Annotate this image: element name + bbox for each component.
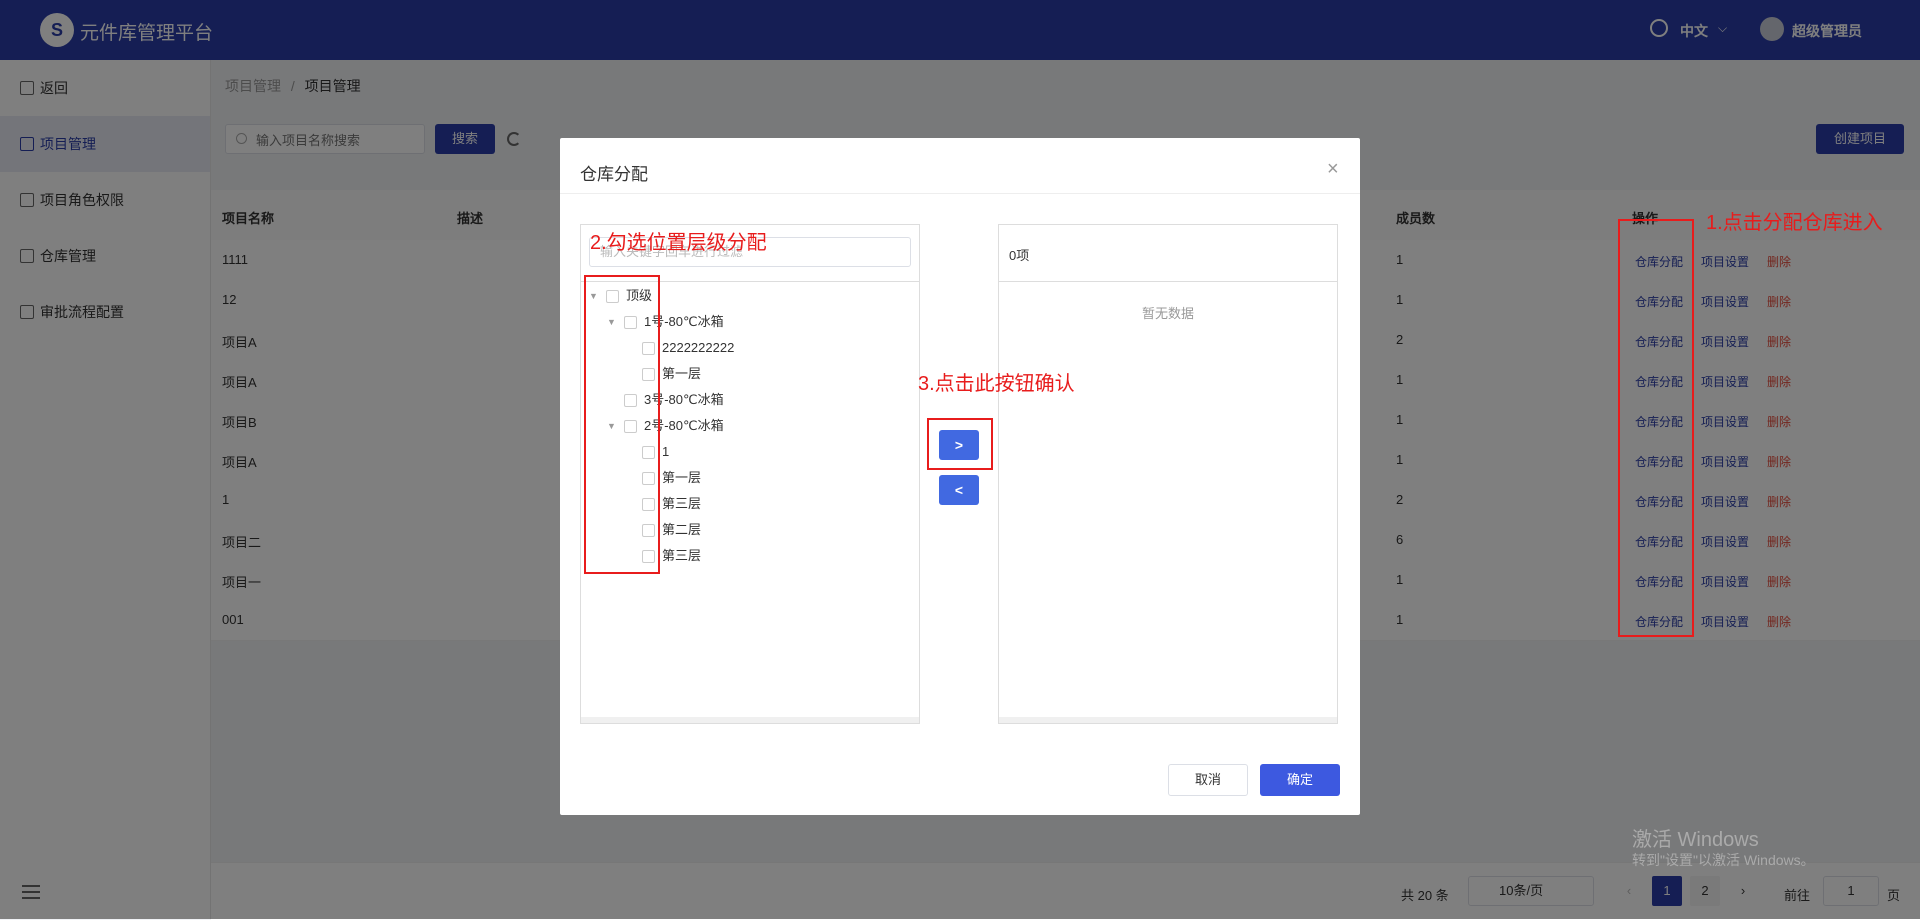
panel-scrollbar[interactable] [581, 717, 919, 723]
tree-node-label: 第二层 [662, 522, 702, 537]
windows-watermark-subtitle: 转到"设置"以激活 Windows。 [1632, 852, 1815, 868]
annotation-step3: 3.点击此按钮确认 [918, 373, 1075, 395]
tree-node-label: 2222222222 [662, 340, 735, 355]
tree-node-label: 第一层 [662, 366, 702, 381]
selected-count: 0项 [1009, 248, 1030, 263]
tree-node[interactable]: 第三层 [625, 491, 911, 517]
annotation-box-tree [584, 275, 660, 574]
tree-node[interactable]: 1 [625, 439, 911, 465]
modal-divider [560, 193, 1360, 194]
target-panel: 0项 暂无数据 [998, 224, 1338, 724]
tree-node-label: 第三层 [662, 548, 702, 563]
annotation-box-transfer [927, 418, 993, 470]
tree-node-label: 第三层 [662, 496, 702, 511]
empty-text: 暂无数据 [1141, 306, 1194, 321]
tree-node-label: 第一层 [662, 470, 702, 485]
annotation-step1: 1.点击分配仓库进入 [1706, 212, 1883, 234]
annotation-box-ops [1618, 219, 1694, 637]
tree-node[interactable]: 第一层 [625, 465, 911, 491]
panel-scrollbar[interactable] [999, 717, 1337, 723]
modal-title: 仓库分配 [580, 165, 648, 184]
tree-node-label: 1 [662, 444, 670, 459]
tree-node[interactable]: 2222222222 [625, 335, 911, 361]
confirm-button[interactable]: 确定 [1260, 764, 1340, 796]
tree-node[interactable]: 第一层 [625, 361, 911, 387]
annotation-step2: 2.勾选位置层级分配 [590, 232, 767, 254]
target-panel-header: 0项 [999, 225, 1337, 282]
cancel-button[interactable]: 取消 [1168, 764, 1248, 796]
tree-node[interactable]: 第二层 [625, 517, 911, 543]
move-left-button[interactable]: < [939, 475, 979, 505]
close-icon[interactable]: × [1327, 158, 1339, 181]
windows-watermark-title: 激活 Windows [1632, 829, 1759, 851]
tree-node[interactable]: 第三层 [625, 543, 911, 569]
